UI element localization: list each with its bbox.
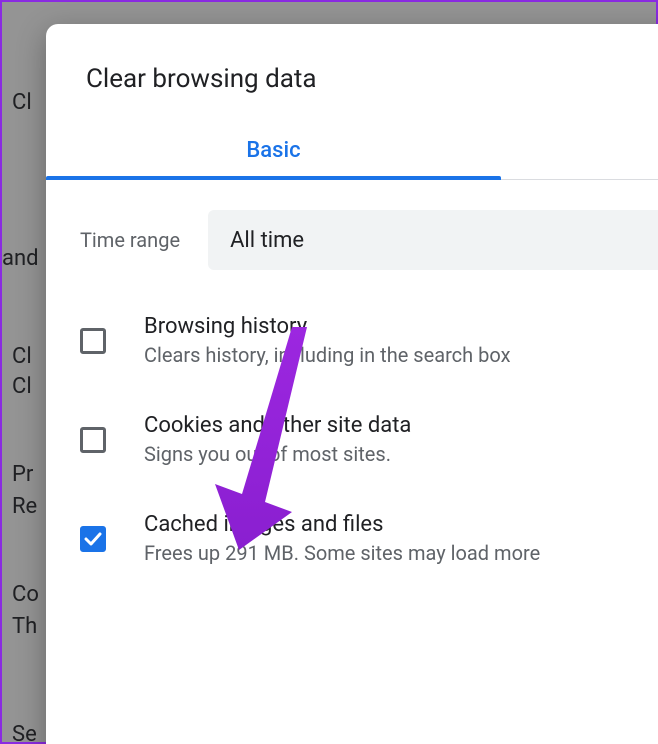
tab-basic[interactable]: Basic bbox=[46, 124, 501, 179]
option-title: Browsing history bbox=[144, 314, 658, 339]
bg-text: Cl bbox=[12, 374, 32, 399]
time-range-value: All time bbox=[230, 228, 304, 253]
option-desc: Clears history, including in the search … bbox=[144, 343, 658, 367]
options-list: Browsing history Clears history, includi… bbox=[46, 294, 658, 591]
option-desc: Signs you out of most sites. bbox=[144, 442, 658, 466]
option-title: Cookies and other site data bbox=[144, 413, 658, 438]
tabs: Basic bbox=[46, 124, 658, 180]
option-cached-images[interactable]: Cached images and files Frees up 291 MB.… bbox=[80, 492, 658, 591]
option-desc: Frees up 291 MB. Some sites may load mor… bbox=[144, 541, 658, 565]
bg-text: Se bbox=[12, 722, 37, 744]
dialog-title: Clear browsing data bbox=[46, 24, 658, 124]
clear-browsing-data-dialog: Clear browsing data Basic Time range All… bbox=[46, 24, 658, 744]
bg-text: Cl bbox=[12, 90, 32, 115]
time-range-select[interactable]: All time bbox=[208, 210, 658, 270]
checkbox-browsing-history[interactable] bbox=[80, 328, 106, 354]
bg-text: Pr bbox=[12, 462, 33, 487]
bg-text: Re bbox=[12, 494, 37, 519]
bg-text: Th bbox=[12, 614, 37, 639]
bg-text: Cl bbox=[12, 344, 32, 369]
checkbox-cached-images[interactable] bbox=[80, 526, 106, 552]
bg-text: Co bbox=[12, 582, 39, 607]
checkbox-cookies[interactable] bbox=[80, 427, 106, 453]
time-range-label: Time range bbox=[80, 228, 180, 252]
option-title: Cached images and files bbox=[144, 512, 658, 537]
option-cookies[interactable]: Cookies and other site data Signs you ou… bbox=[80, 393, 658, 492]
bg-text: and bbox=[2, 246, 39, 271]
option-browsing-history[interactable]: Browsing history Clears history, includi… bbox=[80, 294, 658, 393]
time-range-row: Time range All time bbox=[46, 180, 658, 294]
